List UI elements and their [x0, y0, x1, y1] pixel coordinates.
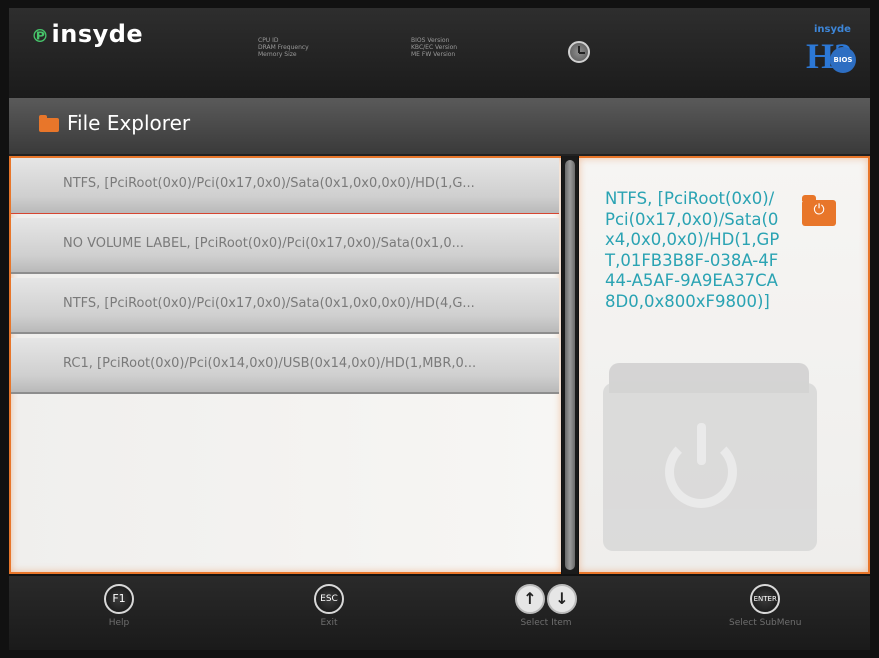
logo-mark-icon: ℗ — [31, 26, 50, 47]
selected-path-detail: NTFS, [PciRoot(0x0)/Pci(0x17,0x0)/Sata(0… — [605, 189, 780, 311]
select-submenu-key-group[interactable]: ENTER Select SubMenu — [729, 584, 801, 628]
help-key-label: Help — [108, 618, 130, 628]
scrollbar[interactable] — [562, 156, 578, 574]
sysinfo-memory-size: Memory Size — [258, 51, 297, 58]
sysinfo-cpu-id: CPU ID — [258, 37, 279, 44]
sysinfo-me-fw-version: ME FW Version — [411, 51, 456, 58]
badge-insyde-text: insyde — [814, 24, 851, 35]
top-header: ℗insyde CPU ID DRAM Frequency Memory Siz… — [9, 8, 870, 98]
f1-key-icon[interactable]: F1 — [104, 584, 134, 614]
insyde-logo: ℗insyde — [31, 20, 143, 48]
select-item-key-label: Select Item — [520, 618, 572, 628]
h2bios-badge: insyde H2 BIOS — [804, 21, 858, 81]
power-icon: ⏻ — [813, 202, 825, 218]
sysinfo-bios-version: BIOS Version — [411, 37, 450, 44]
logo-text: insyde — [51, 20, 144, 48]
page-title: File Explorer — [67, 111, 191, 135]
power-folder-icon: ⏻ — [802, 195, 836, 226]
main-area: NTFS, [PciRoot(0x0)/Pci(0x17,0x0)/Sata(0… — [9, 156, 870, 576]
file-list-item[interactable]: NTFS, [PciRoot(0x0)/Pci(0x17,0x0)/Sata(0… — [11, 278, 559, 334]
badge-bios-text: BIOS — [830, 47, 856, 73]
sysinfo-left: CPU ID DRAM Frequency Memory Size — [258, 37, 309, 58]
sysinfo-kbc-ec-version: KBC/EC Version — [411, 44, 458, 51]
file-list-item[interactable]: RC1, [PciRoot(0x0)/Pci(0x14,0x0)/USB(0x1… — [11, 338, 559, 394]
key-hint-bar: F1 Help ESC Exit ↑ ↓ Select Item ENTER Se… — [9, 576, 870, 650]
help-key-group[interactable]: F1 Help — [104, 584, 134, 628]
background-power-line — [697, 423, 706, 465]
detail-panel: NTFS, [PciRoot(0x0)/Pci(0x17,0x0)/Sata(0… — [579, 156, 870, 574]
exit-key-label: Exit — [320, 618, 338, 628]
arrow-down-icon[interactable]: ↓ — [547, 584, 577, 614]
title-bar: File Explorer — [9, 98, 870, 156]
scrollbar-thumb[interactable] — [565, 160, 575, 570]
file-list-item[interactable]: NO VOLUME LABEL, [PciRoot(0x0)/Pci(0x17,… — [11, 218, 559, 274]
arrow-up-icon[interactable]: ↑ — [515, 584, 545, 614]
sysinfo-dram-frequency: DRAM Frequency — [258, 44, 309, 51]
folder-icon — [39, 115, 59, 132]
file-list-panel: NTFS, [PciRoot(0x0)/Pci(0x17,0x0)/Sata(0… — [9, 156, 561, 574]
sysinfo-right: BIOS Version KBC/EC Version ME FW Versio… — [411, 37, 457, 58]
select-item-key-group[interactable]: ↑ ↓ Select Item — [515, 584, 577, 628]
esc-key-icon[interactable]: ESC — [314, 584, 344, 614]
clock-icon[interactable] — [568, 41, 590, 63]
enter-key-icon[interactable]: ENTER — [750, 584, 781, 614]
file-list-item[interactable]: NTFS, [PciRoot(0x0)/Pci(0x17,0x0)/Sata(0… — [11, 158, 559, 214]
select-submenu-key-label: Select SubMenu — [729, 618, 802, 628]
exit-key-group[interactable]: ESC Exit — [314, 584, 344, 628]
